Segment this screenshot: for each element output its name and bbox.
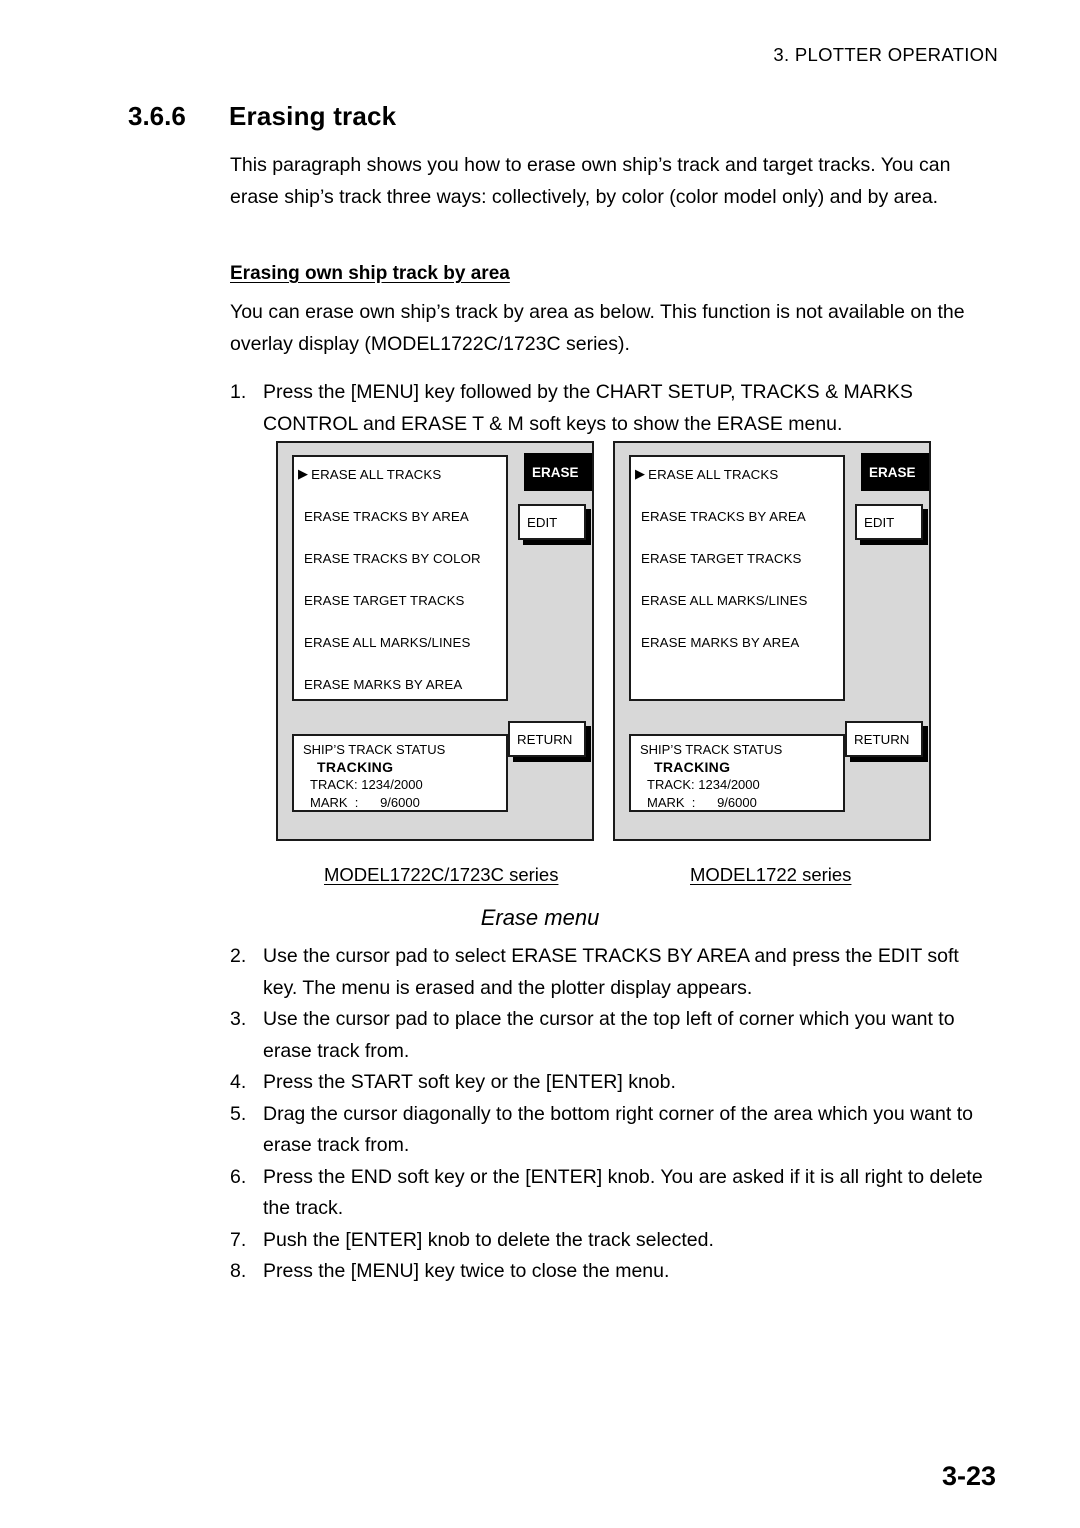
erase-menu-figure: ▶ ERASE ALL TRACKS ERASE TRACKS BY AREA E… bbox=[0, 441, 1080, 843]
status-heading: SHIP’S TRACK STATUS bbox=[303, 742, 446, 757]
menu-item-erase-marks-by-area[interactable]: ERASE MARKS BY AREA bbox=[641, 635, 799, 650]
step-item: 2. Use the cursor pad to select ERASE TRA… bbox=[230, 941, 992, 1004]
menu-list-left: ▶ ERASE ALL TRACKS ERASE TRACKS BY AREA E… bbox=[292, 455, 508, 701]
step-item: 8. Press the [MENU] key twice to close th… bbox=[230, 1256, 992, 1288]
figure-caption-right: MODEL1722 series bbox=[690, 864, 852, 885]
step-number: 1. bbox=[230, 381, 247, 403]
status-state: TRACKING bbox=[654, 758, 731, 775]
menu-item-erase-tracks-by-area[interactable]: ERASE TRACKS BY AREA bbox=[304, 509, 469, 524]
step-item: 6. Press the END soft key or the [ENTER] … bbox=[230, 1162, 992, 1225]
menu-list-right: ▶ ERASE ALL TRACKS ERASE TRACKS BY AREA E… bbox=[629, 455, 845, 701]
step-number: 4. bbox=[230, 1071, 247, 1093]
step-list: 2. Use the cursor pad to select ERASE TRA… bbox=[230, 941, 992, 1288]
step-item: 7. Push the [ENTER] knob to delete the tr… bbox=[230, 1225, 992, 1257]
softkey-edit-right[interactable]: EDIT bbox=[855, 504, 923, 540]
menu-item-erase-all-tracks[interactable]: ▶ ERASE ALL TRACKS bbox=[298, 466, 442, 483]
menu-item-erase-target-tracks[interactable]: ERASE TARGET TRACKS bbox=[641, 551, 802, 566]
menu-title-bar-right: ERASE bbox=[861, 453, 929, 491]
step-number: 5. bbox=[230, 1102, 247, 1125]
cursor-arrow-icon: ▶ bbox=[635, 466, 646, 481]
manual-page: 3. PLOTTER OPERATION 3.6.6 Erasing track… bbox=[0, 0, 1080, 1528]
section-title: Erasing track bbox=[229, 101, 397, 131]
step-item: 3. Use the cursor pad to place the cursor… bbox=[230, 1004, 992, 1067]
menu-item-label: ERASE ALL TRACKS bbox=[311, 467, 442, 482]
step-text: Use the cursor pad to select ERASE TRACK… bbox=[263, 945, 959, 999]
step-1: 1. Press the [MENU] key followed by the … bbox=[230, 377, 992, 440]
page-title: 3.6.6 Erasing track bbox=[128, 101, 396, 132]
sub-intro-paragraph: You can erase own ship’s track by area a… bbox=[230, 301, 965, 355]
menu-panel-1722c: ▶ ERASE ALL TRACKS ERASE TRACKS BY AREA E… bbox=[276, 441, 594, 841]
running-head: 3. PLOTTER OPERATION bbox=[773, 44, 998, 65]
step-number: 7. bbox=[230, 1228, 247, 1251]
step-item: 5. Drag the cursor diagonally to the bott… bbox=[230, 1099, 992, 1162]
ships-track-status-right: SHIP’S TRACK STATUS TRACKING TRACK: 1234… bbox=[629, 734, 845, 812]
menu-item-erase-marks-by-area[interactable]: ERASE MARKS BY AREA bbox=[304, 677, 462, 692]
menu-panel-1722: ▶ ERASE ALL TRACKS ERASE TRACKS BY AREA E… bbox=[613, 441, 931, 841]
step-item: 4. Press the START soft key or the [ENTER… bbox=[230, 1067, 992, 1099]
softkey-edit-left[interactable]: EDIT bbox=[518, 504, 586, 540]
softkey-return-left[interactable]: RETURN bbox=[508, 721, 586, 757]
step-text: Press the [MENU] key followed by the CHA… bbox=[263, 381, 913, 435]
step-number: 6. bbox=[230, 1165, 247, 1188]
menu-item-erase-target-tracks[interactable]: ERASE TARGET TRACKS bbox=[304, 593, 465, 608]
status-track-count: TRACK: 1234/2000 bbox=[647, 777, 760, 792]
sub-heading: Erasing own ship track by area bbox=[230, 263, 510, 284]
page-number: 3-23 bbox=[941, 1461, 996, 1491]
menu-item-erase-all-marks-lines[interactable]: ERASE ALL MARKS/LINES bbox=[641, 593, 807, 608]
figure-title: Erase menu bbox=[480, 905, 600, 930]
menu-item-erase-all-tracks[interactable]: ▶ ERASE ALL TRACKS bbox=[635, 466, 779, 483]
status-mark-count: MARK : 9/6000 bbox=[310, 794, 420, 810]
status-mark-count: MARK : 9/6000 bbox=[647, 794, 757, 810]
softkey-return-right[interactable]: RETURN bbox=[845, 721, 923, 757]
step-text: Use the cursor pad to place the cursor a… bbox=[263, 1008, 955, 1062]
step-number: 2. bbox=[230, 945, 247, 967]
menu-item-erase-all-marks-lines[interactable]: ERASE ALL MARKS/LINES bbox=[304, 635, 470, 650]
figure-caption-left: MODEL1722C/1723C series bbox=[324, 864, 559, 885]
menu-item-erase-tracks-by-color[interactable]: ERASE TRACKS BY COLOR bbox=[304, 551, 481, 566]
step-text: Drag the cursor diagonally to the bottom… bbox=[263, 1102, 973, 1157]
step-text: Push the [ENTER] knob to delete the trac… bbox=[263, 1228, 714, 1251]
status-track-count: TRACK: 1234/2000 bbox=[310, 777, 423, 792]
step-text: Press the START soft key or the [ENTER] … bbox=[263, 1071, 676, 1093]
cursor-arrow-icon: ▶ bbox=[298, 466, 309, 481]
intro-paragraph: This paragraph shows you how to erase ow… bbox=[230, 154, 951, 208]
status-state: TRACKING bbox=[317, 758, 394, 775]
step-text: Press the END soft key or the [ENTER] kn… bbox=[263, 1165, 983, 1220]
menu-title-bar-left: ERASE bbox=[524, 453, 592, 491]
section-number: 3.6.6 bbox=[128, 101, 186, 131]
menu-item-erase-tracks-by-area[interactable]: ERASE TRACKS BY AREA bbox=[641, 509, 806, 524]
step-number: 8. bbox=[230, 1260, 247, 1282]
status-heading: SHIP’S TRACK STATUS bbox=[640, 742, 783, 757]
step-text: Press the [MENU] key twice to close the … bbox=[263, 1260, 670, 1282]
step-number: 3. bbox=[230, 1008, 247, 1030]
ships-track-status-left: SHIP’S TRACK STATUS TRACKING TRACK: 1234… bbox=[292, 734, 508, 812]
menu-item-label: ERASE ALL TRACKS bbox=[648, 467, 779, 482]
